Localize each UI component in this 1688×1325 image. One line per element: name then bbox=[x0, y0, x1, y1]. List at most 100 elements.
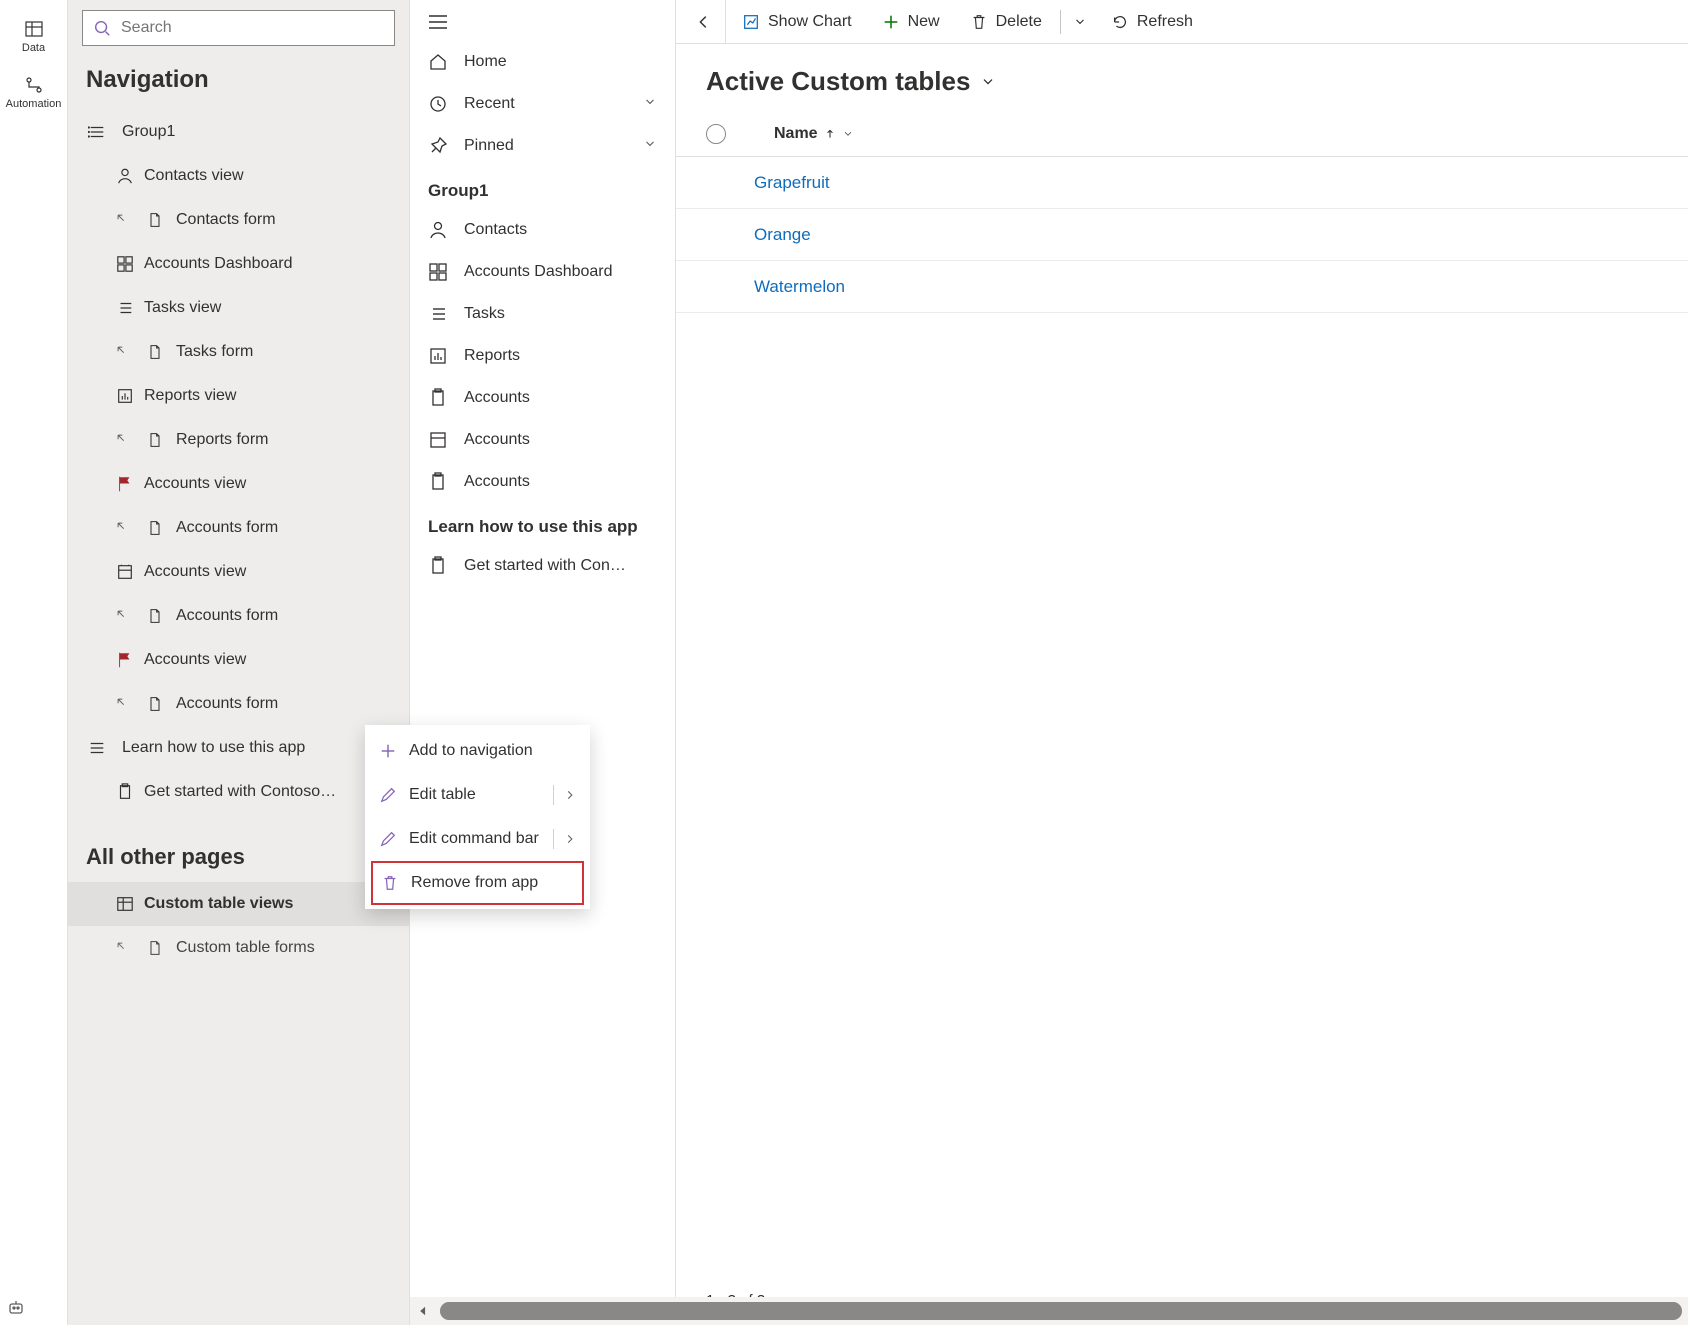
pin-icon bbox=[428, 136, 448, 156]
chevron-down-icon bbox=[842, 128, 854, 140]
nav-accounts-dashboard[interactable]: Accounts Dashboard bbox=[68, 242, 409, 286]
clipboard-icon bbox=[428, 556, 448, 576]
nav-item-label: Reports form bbox=[176, 431, 268, 449]
flag-icon bbox=[116, 651, 134, 669]
link-icon bbox=[116, 213, 130, 227]
document-icon bbox=[147, 344, 163, 360]
back-button[interactable] bbox=[682, 0, 726, 44]
nav-custom-table-views[interactable]: Custom table views ··· bbox=[68, 882, 409, 926]
sitemap-accounts-dashboard[interactable]: Accounts Dashboard bbox=[410, 251, 675, 293]
table-header: Name bbox=[676, 111, 1688, 157]
nav-tasks-form[interactable]: Tasks form bbox=[68, 330, 409, 374]
search-input[interactable] bbox=[121, 19, 384, 37]
nav-accounts-form-1[interactable]: Accounts form bbox=[68, 506, 409, 550]
pencil-icon bbox=[379, 786, 397, 804]
trash-icon bbox=[381, 874, 399, 892]
row-link[interactable]: Watermelon bbox=[754, 277, 845, 297]
nav-contacts-form[interactable]: Contacts form bbox=[68, 198, 409, 242]
hamburger-button[interactable] bbox=[410, 6, 675, 41]
refresh-button[interactable]: Refresh bbox=[1097, 0, 1207, 44]
left-rail-data[interactable]: Data bbox=[4, 8, 64, 64]
document-icon bbox=[147, 608, 163, 624]
document-icon bbox=[147, 940, 163, 956]
nav-accounts-form-2[interactable]: Accounts form bbox=[68, 594, 409, 638]
copilot-button[interactable] bbox=[6, 1298, 26, 1321]
chevron-right-icon bbox=[564, 789, 576, 801]
nav-accounts-form-3[interactable]: Accounts form bbox=[68, 682, 409, 726]
nav-custom-forms-label: Custom table forms bbox=[176, 939, 315, 957]
list-icon bbox=[428, 304, 448, 324]
table-row[interactable]: Watermelon bbox=[676, 261, 1688, 313]
sitemap-tasks[interactable]: Tasks bbox=[410, 293, 675, 335]
plus-icon bbox=[379, 742, 397, 760]
context-menu: Add to navigation Edit table Edit comman… bbox=[365, 725, 590, 909]
person-icon bbox=[428, 220, 448, 240]
horizontal-scrollbar[interactable] bbox=[410, 1297, 1688, 1325]
view-header[interactable]: Active Custom tables bbox=[676, 44, 1688, 111]
scroll-track[interactable] bbox=[440, 1302, 1682, 1320]
ctx-edit-command-bar[interactable]: Edit command bar bbox=[365, 817, 590, 861]
sitemap-recent[interactable]: Recent bbox=[410, 83, 675, 125]
row-link[interactable]: Orange bbox=[754, 225, 811, 245]
left-rail-automation-label: Automation bbox=[6, 98, 62, 110]
nav-accounts-view-3[interactable]: Accounts view bbox=[68, 638, 409, 682]
sitemap-item-label: Contacts bbox=[464, 221, 527, 239]
sitemap-get-started[interactable]: Get started with Con… bbox=[410, 545, 675, 587]
nav-reports-view[interactable]: Reports view bbox=[68, 374, 409, 418]
nav-learn-group[interactable]: Learn how to use this app bbox=[68, 726, 409, 770]
sitemap-accounts-1[interactable]: Accounts bbox=[410, 377, 675, 419]
new-label: New bbox=[908, 13, 940, 31]
nav-item-label: Accounts view bbox=[144, 563, 246, 581]
show-chart-button[interactable]: Show Chart bbox=[728, 0, 866, 44]
nav-accounts-view-1[interactable]: Accounts view bbox=[68, 462, 409, 506]
sitemap-home-label: Home bbox=[464, 53, 507, 71]
sitemap-accounts-3[interactable]: Accounts bbox=[410, 461, 675, 503]
nav-reports-form[interactable]: Reports form bbox=[68, 418, 409, 462]
nav-accounts-view-2[interactable]: Accounts view bbox=[68, 550, 409, 594]
nav-item-label: Tasks view bbox=[144, 299, 221, 317]
ctx-edit-table[interactable]: Edit table bbox=[365, 773, 590, 817]
refresh-label: Refresh bbox=[1137, 13, 1193, 31]
document-icon bbox=[147, 212, 163, 228]
show-chart-label: Show Chart bbox=[768, 13, 852, 31]
nav-item-label: Reports view bbox=[144, 387, 236, 405]
nav-get-started[interactable]: Get started with Contoso… bbox=[68, 770, 409, 814]
scroll-thumb[interactable] bbox=[440, 1302, 1682, 1320]
command-bar: Show Chart New Delete Refresh bbox=[676, 0, 1688, 44]
nav-tasks-view[interactable]: Tasks view bbox=[68, 286, 409, 330]
column-name-header[interactable]: Name bbox=[774, 125, 854, 143]
nav-custom-table-forms[interactable]: Custom table forms bbox=[68, 926, 409, 970]
search-box[interactable] bbox=[82, 10, 395, 46]
table-row[interactable]: Grapefruit bbox=[676, 157, 1688, 209]
link-icon bbox=[116, 521, 130, 535]
search-icon bbox=[93, 19, 111, 37]
sitemap-pane: Home Recent Pinned Group1 Contacts Accou… bbox=[410, 0, 676, 1325]
ctx-edit-cmd-label: Edit command bar bbox=[409, 830, 539, 848]
navigation-title: Navigation bbox=[68, 56, 409, 110]
scroll-left-icon[interactable] bbox=[416, 1304, 430, 1318]
new-button[interactable]: New bbox=[868, 0, 954, 44]
sitemap-accounts-2[interactable]: Accounts bbox=[410, 419, 675, 461]
pencil-icon bbox=[379, 830, 397, 848]
nav-group1[interactable]: Group1 bbox=[68, 110, 409, 154]
sitemap-contacts[interactable]: Contacts bbox=[410, 209, 675, 251]
sitemap-pinned[interactable]: Pinned bbox=[410, 125, 675, 167]
sitemap-home[interactable]: Home bbox=[410, 41, 675, 83]
sitemap-reports[interactable]: Reports bbox=[410, 335, 675, 377]
back-arrow-icon bbox=[695, 13, 713, 31]
document-icon bbox=[147, 432, 163, 448]
ctx-remove-from-app[interactable]: Remove from app bbox=[371, 861, 584, 905]
nav-custom-views-label: Custom table views bbox=[144, 895, 293, 913]
delete-button[interactable]: Delete bbox=[956, 0, 1056, 44]
table-row[interactable]: Orange bbox=[676, 209, 1688, 261]
view-title: Active Custom tables bbox=[706, 66, 970, 97]
delete-dropdown[interactable] bbox=[1065, 0, 1095, 44]
delete-label: Delete bbox=[996, 13, 1042, 31]
ctx-add-to-navigation[interactable]: Add to navigation bbox=[365, 729, 590, 773]
nav-contacts-view[interactable]: Contacts view bbox=[68, 154, 409, 198]
nav-item-label: Accounts form bbox=[176, 519, 278, 537]
left-rail-automation[interactable]: Automation bbox=[4, 64, 64, 120]
select-all-checkbox[interactable] bbox=[706, 124, 726, 144]
chevron-down-icon bbox=[643, 95, 657, 109]
row-link[interactable]: Grapefruit bbox=[754, 173, 830, 193]
